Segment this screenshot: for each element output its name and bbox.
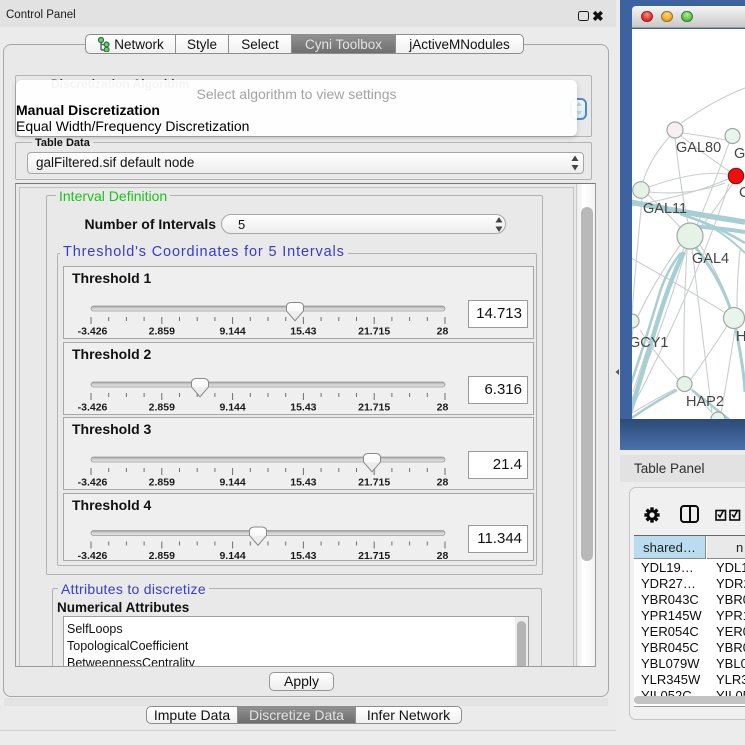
svg-text:GAL4: GAL4	[692, 251, 729, 267]
svg-text:28: 28	[437, 477, 449, 489]
svg-text:G.: G.	[734, 146, 745, 162]
svg-text:GAL80: GAL80	[676, 140, 721, 156]
svg-text:9.144: 9.144	[219, 477, 245, 489]
svg-text:GCY1: GCY1	[632, 335, 669, 351]
svg-text:C: C	[739, 185, 745, 201]
svg-text:2.859: 2.859	[149, 326, 175, 338]
svg-text:9.144: 9.144	[219, 550, 245, 562]
svg-text:2.859: 2.859	[149, 402, 175, 414]
svg-text:-3.426: -3.426	[78, 550, 108, 562]
svg-text:Threshold 1: Threshold 1	[72, 270, 152, 286]
svg-text:21.715: 21.715	[358, 477, 390, 489]
svg-text:28: 28	[437, 550, 449, 562]
svg-text:21.715: 21.715	[358, 550, 390, 562]
svg-text:Threshold 4: Threshold 4	[72, 497, 152, 513]
svg-text:21.715: 21.715	[358, 326, 390, 338]
svg-text:2.859: 2.859	[149, 550, 175, 562]
svg-text:Threshold 2: Threshold 2	[72, 346, 152, 362]
svg-text:2.859: 2.859	[149, 477, 175, 489]
svg-text:HAP2: HAP2	[686, 394, 724, 410]
svg-text:GAL11: GAL11	[643, 201, 687, 217]
svg-text:-3.426: -3.426	[78, 326, 108, 338]
svg-text:15.43: 15.43	[290, 402, 316, 414]
svg-text:9.144: 9.144	[219, 326, 245, 338]
svg-text:Threshold 3: Threshold 3	[72, 421, 152, 437]
svg-text:28: 28	[437, 402, 449, 414]
svg-text:-3.426: -3.426	[78, 477, 108, 489]
svg-text:28: 28	[437, 326, 449, 338]
svg-text:H: H	[736, 329, 745, 345]
svg-text:-3.426: -3.426	[78, 402, 108, 414]
svg-text:15.43: 15.43	[290, 477, 316, 489]
svg-text:15.43: 15.43	[290, 326, 316, 338]
svg-text:9.144: 9.144	[219, 402, 245, 414]
svg-text:21.715: 21.715	[358, 402, 390, 414]
svg-text:15.43: 15.43	[290, 550, 316, 562]
